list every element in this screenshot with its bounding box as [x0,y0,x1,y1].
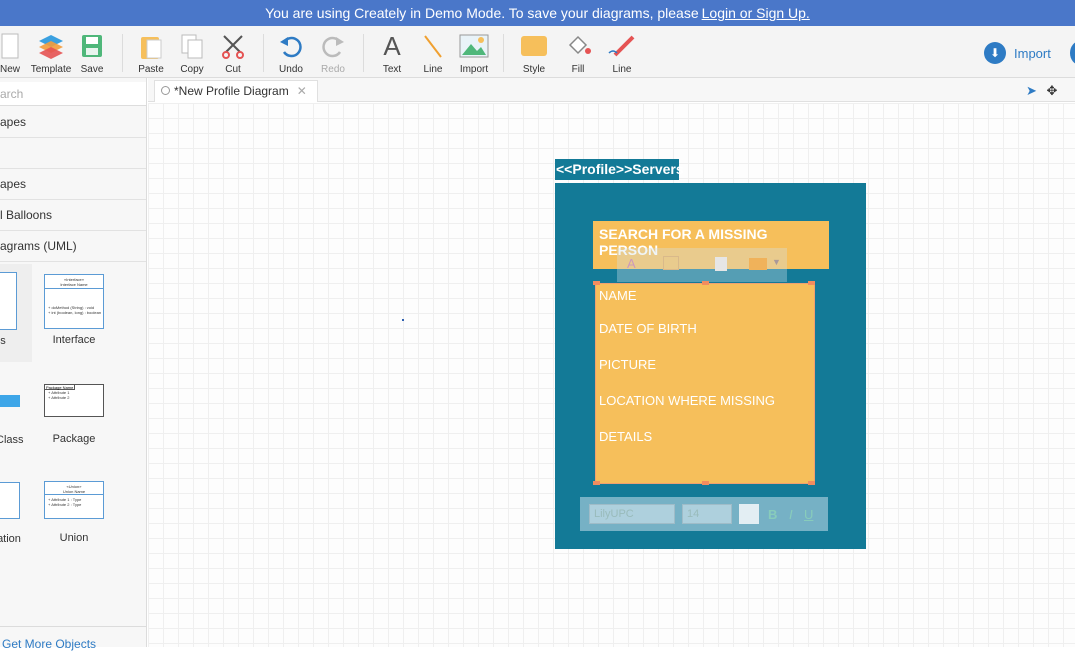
enumeration-shape-thumb[interactable] [0,482,20,519]
shapes-sidebar: arch apes apes l Balloons agrams (UML) s… [0,78,147,651]
account-button[interactable] [1070,41,1075,65]
underline-button[interactable]: U [804,507,813,522]
class-shape-thumb[interactable] [0,395,20,407]
get-more-objects-link[interactable]: Get More Objects [2,637,96,651]
page-icon[interactable] [715,257,727,271]
attribute-date-of-birth: DATE OF BIRTH [599,321,697,336]
font-family-select[interactable]: LilyUPC [589,504,675,524]
paint-bucket-icon [556,32,600,60]
sidebar-category-3[interactable]: apes [0,169,146,200]
image-icon [452,32,496,60]
canvas-tools: ➤ ✥ [1026,83,1057,99]
banner-text: You are using Creately in Demo Mode. To … [265,5,699,21]
close-tab-icon[interactable]: ✕ [297,84,307,98]
font-size-select[interactable]: 14 [682,504,732,524]
bold-button[interactable]: B [768,507,777,522]
main-toolbar: New Template Save Paste Copy Cut Undo Re… [0,26,1075,78]
line-icon [411,32,455,60]
sidebar-category-uml[interactable]: agrams (UML) [0,231,146,262]
save-button[interactable]: Save [70,32,114,75]
attribute-picture: PICTURE [599,357,657,372]
paste-clipboard-icon [129,32,173,60]
floating-shape-toolbar: A ▼ [617,248,787,282]
fill-button[interactable]: Fill [556,32,600,75]
sidebar-category-2[interactable] [0,138,146,169]
line-tool-button[interactable]: Line [411,32,455,75]
connector-icon[interactable] [663,256,679,270]
resize-handle-top[interactable] [702,281,709,285]
package-shape-label: Package [52,433,96,445]
style-button[interactable]: Style [512,32,556,75]
shape-search-input[interactable]: arch [0,82,146,106]
shape-thumb-1[interactable] [0,272,17,330]
enumeration-shape-label: ation [0,533,21,545]
package-tab: Package Name [44,384,75,390]
import-image-button[interactable]: Import [452,32,496,75]
template-button[interactable]: Template [28,32,74,75]
resize-handle-tr[interactable] [808,281,815,285]
class-shape-label: Class [0,434,24,446]
text-format-icon[interactable]: A [627,256,636,271]
pointer-tool-icon[interactable]: ➤ [1026,83,1037,98]
redo-icon [311,32,355,60]
redo-button[interactable]: Redo [311,32,355,75]
copy-icon [170,32,214,60]
pencil-icon [600,32,644,60]
unsaved-dot-icon [161,86,170,95]
pan-tool-icon[interactable]: ✥ [1047,83,1058,98]
undo-icon [269,32,313,60]
login-signup-link[interactable]: Login or Sign Up. [702,5,810,21]
download-icon: ⬇ [984,42,1006,64]
shape-label-1: s [0,335,6,347]
import-button[interactable]: ⬇ Import [984,42,1051,64]
copy-button[interactable]: Copy [170,32,214,75]
scissors-icon [211,32,255,60]
fill-color-icon[interactable] [749,258,767,270]
italic-button[interactable]: I [789,507,793,522]
sidebar-category-1[interactable]: apes [0,107,146,138]
union-shape-thumb[interactable]: «Union» Union Name + Attribute 1 : Type + … [44,481,104,519]
resize-handle-tl[interactable] [593,281,600,285]
document-tab-bar: *New Profile Diagram ✕ [148,78,1075,102]
text-format-toolbar: LilyUPC 14 B I U [580,497,828,531]
paste-button[interactable]: Paste [129,32,173,75]
text-a-icon: A [383,30,401,61]
attributes-box[interactable]: NAME DATE OF BIRTH PICTURE LOCATION WHER… [595,283,815,484]
union-shape-label: Union [59,532,89,544]
save-disk-icon [70,32,114,60]
attribute-details: DETAILS [599,429,653,444]
resize-handle-br[interactable] [808,481,815,485]
template-layers-icon [28,32,74,60]
canvas-dot [402,319,404,321]
undo-button[interactable]: Undo [269,32,313,75]
demo-mode-banner: You are using Creately in Demo Mode. To … [0,0,1075,26]
text-tool-button[interactable]: A Text [370,30,414,76]
resize-handle-bl[interactable] [593,481,600,485]
sidebar-category-4[interactable]: l Balloons [0,200,146,231]
attribute-location: LOCATION WHERE MISSING [599,393,775,408]
interface-shape-thumb[interactable]: «Interface» Interface Name + doMethod (St… [44,274,104,329]
text-color-swatch[interactable] [739,504,759,524]
profile-label[interactable]: <<Profile>>Servers [555,159,684,180]
line-style-button[interactable]: Line [600,32,644,75]
tab-new-profile-diagram[interactable]: *New Profile Diagram ✕ [154,80,318,102]
attribute-name: NAME [599,288,637,303]
sidebar-footer-divider [0,626,146,627]
interface-shape-label: Interface [52,334,96,346]
cut-button[interactable]: Cut [211,32,255,75]
dropdown-chevron-icon[interactable]: ▼ [772,257,781,267]
resize-handle-bottom[interactable] [702,481,709,485]
style-swatch-icon [512,32,556,60]
